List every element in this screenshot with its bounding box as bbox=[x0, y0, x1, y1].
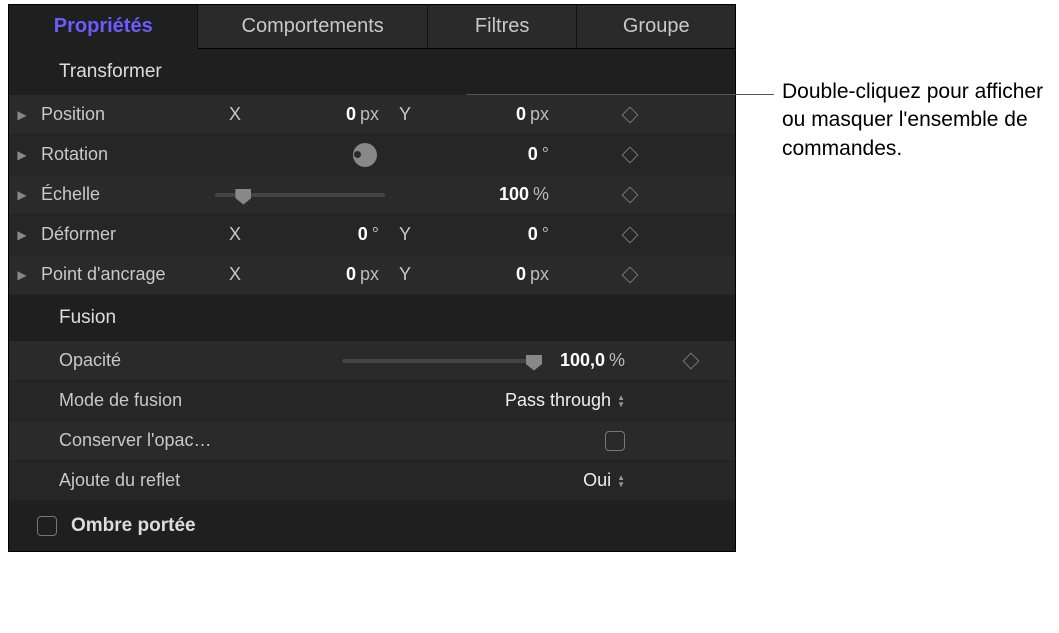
position-y-value[interactable]: 0px bbox=[425, 104, 555, 125]
section-header-transform[interactable]: Transformer bbox=[9, 49, 735, 95]
row-opacity: Opacité 100,0% bbox=[9, 341, 735, 381]
opacity-slider[interactable] bbox=[342, 349, 542, 373]
preserve-opacity-checkbox[interactable] bbox=[605, 431, 625, 451]
anchor-x-value[interactable]: 0px bbox=[255, 264, 385, 285]
tab-bar: Propriétés Comportements Filtres Groupe bbox=[9, 5, 735, 49]
shear-x-label: X bbox=[215, 224, 255, 245]
row-drop-shadow: Ombre portée bbox=[9, 501, 735, 551]
shear-x-value[interactable]: 0° bbox=[255, 224, 385, 245]
keyframe-position[interactable] bbox=[622, 106, 639, 123]
anchor-y-label: Y bbox=[385, 264, 425, 285]
keyframe-rotation[interactable] bbox=[622, 146, 639, 163]
tab-properties[interactable]: Propriétés bbox=[9, 5, 198, 49]
label-drop-shadow: Ombre portée bbox=[71, 515, 196, 537]
row-blend-mode: Mode de fusion Pass through ▲▼ bbox=[9, 381, 735, 421]
position-x-value[interactable]: 0px bbox=[255, 104, 385, 125]
row-scale: ▶ Échelle 100% bbox=[9, 175, 735, 215]
scale-slider[interactable] bbox=[215, 183, 385, 207]
tab-filters[interactable]: Filtres bbox=[428, 5, 578, 48]
reflection-popup[interactable]: Oui ▲▼ bbox=[583, 470, 625, 491]
tab-behaviors[interactable]: Comportements bbox=[198, 5, 427, 48]
tab-group[interactable]: Groupe bbox=[577, 5, 735, 48]
popup-arrows-icon: ▲▼ bbox=[617, 394, 625, 408]
drop-shadow-checkbox[interactable] bbox=[37, 516, 57, 536]
row-position: ▶ Position X 0px Y 0px bbox=[9, 95, 735, 135]
label-anchor: Point d'ancrage bbox=[35, 264, 215, 285]
label-position: Position bbox=[35, 104, 215, 125]
label-blend-mode: Mode de fusion bbox=[35, 390, 235, 411]
shear-y-label: Y bbox=[385, 224, 425, 245]
keyframe-opacity[interactable] bbox=[683, 352, 700, 369]
disclosure-scale[interactable]: ▶ bbox=[9, 188, 35, 202]
row-anchor: ▶ Point d'ancrage X 0px Y 0px bbox=[9, 255, 735, 295]
opacity-value[interactable]: 100,0% bbox=[560, 350, 625, 371]
disclosure-rotation[interactable]: ▶ bbox=[9, 148, 35, 162]
scale-value[interactable]: 100% bbox=[425, 184, 555, 205]
row-reflection: Ajoute du reflet Oui ▲▼ bbox=[9, 461, 735, 501]
section-header-blending[interactable]: Fusion bbox=[9, 295, 735, 341]
label-reflection: Ajoute du reflet bbox=[35, 470, 235, 491]
disclosure-position[interactable]: ▶ bbox=[9, 108, 35, 122]
label-opacity: Opacité bbox=[35, 350, 235, 371]
rotation-dial[interactable] bbox=[353, 143, 377, 167]
callout-text: Double-cliquez pour afficher ou masquer … bbox=[782, 78, 1052, 163]
inspector-panel: Propriétés Comportements Filtres Groupe … bbox=[8, 4, 736, 552]
label-rotation: Rotation bbox=[35, 144, 215, 165]
keyframe-shear[interactable] bbox=[622, 226, 639, 243]
shear-y-value[interactable]: 0° bbox=[425, 224, 555, 245]
row-shear: ▶ Déformer X 0° Y 0° bbox=[9, 215, 735, 255]
keyframe-scale[interactable] bbox=[622, 186, 639, 203]
blend-mode-popup[interactable]: Pass through ▲▼ bbox=[505, 390, 625, 411]
label-scale: Échelle bbox=[35, 184, 215, 205]
label-preserve-opacity: Conserver l'opac… bbox=[35, 430, 235, 451]
anchor-x-label: X bbox=[215, 264, 255, 285]
label-shear: Déformer bbox=[35, 224, 215, 245]
keyframe-anchor[interactable] bbox=[622, 266, 639, 283]
position-y-label: Y bbox=[385, 104, 425, 125]
row-preserve-opacity: Conserver l'opac… bbox=[9, 421, 735, 461]
popup-arrows-icon: ▲▼ bbox=[617, 474, 625, 488]
disclosure-anchor[interactable]: ▶ bbox=[9, 268, 35, 282]
position-x-label: X bbox=[215, 104, 255, 125]
anchor-y-value[interactable]: 0px bbox=[425, 264, 555, 285]
rotation-value[interactable]: 0° bbox=[425, 144, 555, 165]
callout-line bbox=[466, 94, 774, 95]
disclosure-shear[interactable]: ▶ bbox=[9, 228, 35, 242]
row-rotation: ▶ Rotation 0° bbox=[9, 135, 735, 175]
